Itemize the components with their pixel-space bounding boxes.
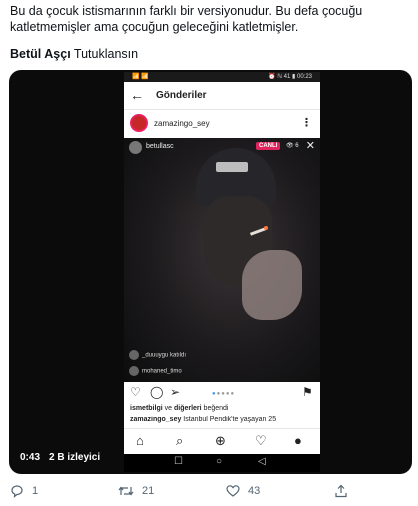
caption-text: İstanbul Pendik'te yaşayan 25 (181, 416, 277, 423)
quoted-text: Tutuklansın (73, 47, 139, 61)
tweet-actions: 1 21 43 (0, 482, 418, 502)
post-caption: zamazingo_sey İstanbul Pendik'te yaşayan… (130, 416, 316, 423)
close-icon: ✕ (305, 140, 315, 152)
comment-icon: ◯ (150, 385, 164, 399)
cap-logo (216, 162, 248, 172)
likes-line: ismetbilgi ve diğerleri beğendi (130, 405, 228, 412)
add-post-icon: ⊕ (215, 433, 226, 448)
back-triangle-icon: ◁ (258, 456, 266, 467)
post-actions: ♡ ◯ ➢ ●●●●● ⚑ (124, 382, 320, 404)
live-badge: CANLI (256, 142, 281, 150)
retweet-icon (118, 486, 134, 496)
heart-icon (226, 485, 240, 497)
likes-others: diğerleri (173, 405, 202, 412)
retweet-count: 21 (142, 485, 155, 498)
reply-button[interactable]: 1 (10, 482, 38, 500)
reply-icon (11, 485, 23, 498)
video-player[interactable]: 📶 📶 ⏰ ℕ 41 ▮ 00:23 ← Gönderiler zamazing… (9, 70, 412, 474)
header-title: Gönderiler (156, 90, 207, 101)
activity-heart-icon: ♡ (255, 433, 267, 448)
live-viewer-count: 👁 6 (286, 143, 299, 149)
avatar (130, 114, 148, 132)
reply-count: 1 (32, 485, 39, 498)
search-icon: ⌕ (176, 433, 184, 448)
carousel-dots: ●●●●● (212, 391, 236, 397)
back-arrow-icon: ← (130, 87, 144, 103)
like-count: 43 (248, 485, 261, 498)
post-header: zamazingo_sey ⋮ (124, 110, 320, 138)
phone-screen-recording: 📶 📶 ⏰ ℕ 41 ▮ 00:23 ← Gönderiler zamazing… (124, 72, 320, 472)
more-options-icon: ⋮ (301, 117, 312, 129)
recents-icon: ☐ (174, 456, 183, 467)
caption-user: zamazingo_sey (130, 416, 182, 423)
comment-text: mohaned_timo (142, 368, 182, 375)
live-comment: _duuuygu katıldı (129, 350, 186, 360)
like-button[interactable]: 43 (226, 482, 260, 500)
live-username: betullasc (146, 143, 174, 150)
bookmark-icon: ⚑ (302, 385, 313, 399)
tweet-text: Bu da çocuk istismarının farklı bir vers… (10, 4, 363, 34)
comment-text: _duuuygu katıldı (142, 352, 187, 359)
live-avatar (129, 141, 142, 154)
send-icon: ➢ (170, 385, 181, 399)
comment-avatar (129, 350, 139, 360)
quoted-tweet-line[interactable]: Betül Aşçı Tutuklansın (10, 46, 138, 62)
live-video-frame: betullasc CANLI 👁 6 ✕ _duuuygu katıldı m… (124, 138, 320, 382)
status-right: ⏰ ℕ 41 ▮ 00:23 (268, 74, 312, 80)
comment-avatar (129, 366, 139, 376)
likes-end: beğendi (201, 405, 229, 412)
instagram-bottom-nav: ⌂ ⌕ ⊕ ♡ ● (124, 428, 320, 454)
hand-shape (242, 250, 302, 320)
heart-icon: ♡ (130, 385, 141, 399)
ember-shape (264, 226, 268, 230)
profile-icon: ● (294, 433, 302, 448)
post-username: zamazingo_sey (154, 119, 210, 128)
android-nav-bar: ☐ ○ ◁ (124, 454, 320, 472)
live-comment: mohaned_timo (129, 366, 182, 376)
home-icon: ⌂ (136, 433, 144, 448)
share-icon (335, 484, 347, 498)
likes-user: ismetbilgi (130, 405, 163, 412)
video-views: 2 B izleyici (49, 452, 101, 463)
phone-status-bar: 📶 📶 ⏰ ℕ 41 ▮ 00:23 (124, 72, 320, 82)
instagram-header: ← Gönderiler (124, 82, 320, 110)
home-circle-icon: ○ (216, 456, 223, 467)
signal-icon: 📶 📶 (132, 74, 149, 80)
video-time: 0:43 (20, 452, 41, 463)
share-button[interactable] (334, 482, 348, 500)
quoted-author[interactable]: Betül Aşçı (10, 47, 71, 61)
likes-mid: ve (162, 405, 174, 412)
retweet-button[interactable]: 21 (118, 482, 154, 500)
